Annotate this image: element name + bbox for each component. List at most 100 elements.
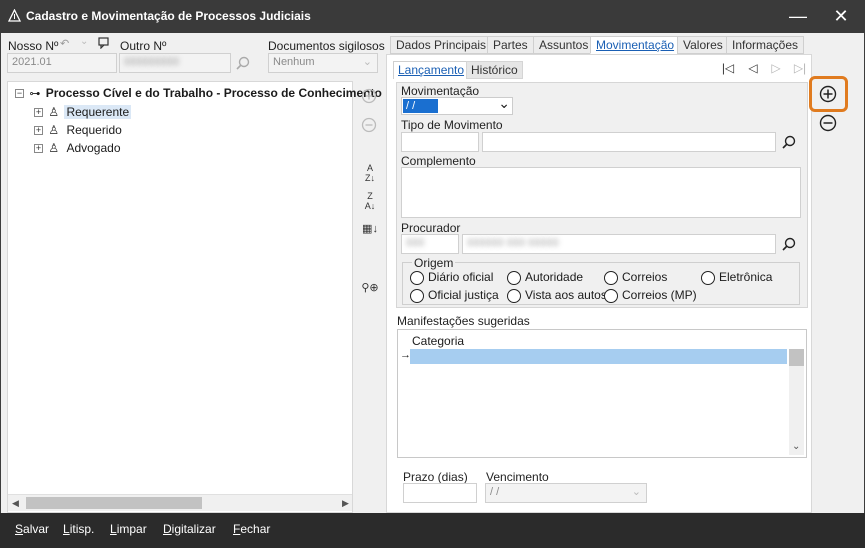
radio-label: Diário oficial — [428, 270, 494, 284]
app-icon — [8, 9, 21, 22]
radio-autoridade[interactable]: Autoridade — [507, 270, 583, 285]
expand-icon[interactable]: + — [34, 144, 43, 154]
tipo-label: Tipo de Movimento — [401, 118, 503, 132]
chevron-down-icon[interactable]: ⌄ — [80, 36, 88, 47]
prev-record-icon[interactable]: ◁ — [744, 59, 762, 77]
litisp-button[interactable]: Litisp. — [63, 522, 94, 536]
tree-item-advogado[interactable]: + ♙ Advogado — [34, 141, 123, 155]
radio-oficial-justica[interactable]: Oficial justiça — [410, 288, 499, 303]
tipo-code-input[interactable] — [401, 132, 479, 152]
tree-hscrollbar[interactable]: ◀ ▶ — [8, 494, 352, 511]
movimentacao-date-field[interactable]: / / ⌄ — [401, 95, 513, 115]
radio-label: Eletrônica — [719, 270, 773, 284]
outro-field[interactable]: 000000000 — [119, 53, 231, 73]
digitalizar-button[interactable]: Digitalizar — [163, 522, 216, 536]
radio-circle[interactable] — [701, 270, 715, 285]
radio-correios[interactable]: Correios — [604, 270, 667, 285]
tree-item-requerido[interactable]: + ♙ Requerido — [34, 123, 124, 137]
origem-label: Origem — [412, 256, 456, 270]
add-node-icon[interactable] — [361, 88, 377, 104]
scroll-thumb[interactable] — [26, 497, 202, 509]
radio-circle[interactable] — [507, 270, 521, 285]
docs-value: Nenhum — [273, 56, 315, 68]
subtab-lancamento[interactable]: Lançamento — [393, 61, 470, 79]
subtab-historico[interactable]: Histórico — [466, 61, 523, 79]
tab-valores[interactable]: Valores — [677, 36, 729, 54]
filter-add-icon[interactable]: ⚲⊕ — [360, 278, 380, 298]
tree-root-label: Processo Cível e do Trabalho - Processo … — [45, 86, 382, 100]
title-bar: Cadastro e Movimentação de Processos Jud… — [0, 0, 865, 33]
chevron-down-icon: ⌄ — [362, 56, 372, 68]
radio-label: Correios (MP) — [622, 288, 697, 302]
tab-informacoes[interactable]: Informações — [726, 36, 805, 54]
remove-movement-icon[interactable] — [819, 114, 837, 132]
salvar-button[interactable]: Salvar — [15, 522, 49, 536]
column-header-categoria[interactable]: Categoria — [412, 334, 464, 348]
last-record-icon[interactable]: ▷| — [791, 59, 809, 77]
radio-label: Oficial justiça — [428, 288, 499, 302]
radio-circle[interactable] — [410, 270, 424, 285]
limpar-button[interactable]: Limpar — [110, 522, 147, 536]
expand-icon[interactable]: + — [34, 108, 43, 118]
chevron-down-icon[interactable]: ⌄ — [792, 441, 800, 452]
tipo-desc-input[interactable] — [482, 132, 776, 152]
scroll-right-icon[interactable]: ▶ — [342, 498, 349, 509]
complemento-textarea[interactable] — [401, 167, 801, 218]
sort-az-icon[interactable]: A Z↓ — [360, 163, 380, 183]
minimize-button[interactable]: — — [780, 0, 816, 33]
radio-diario-oficial[interactable]: Diário oficial — [410, 270, 493, 285]
radio-circle[interactable] — [604, 270, 618, 285]
tab-partes[interactable]: Partes — [487, 36, 534, 54]
radio-label: Vista aos autos — [525, 288, 607, 302]
first-record-icon[interactable]: |◁ — [719, 59, 737, 77]
procurador-code-input[interactable]: 000 — [401, 234, 459, 254]
next-record-icon[interactable]: ▷ — [767, 59, 785, 77]
procurador-name-input[interactable]: 000000 000 00000 — [462, 234, 776, 254]
search-icon[interactable] — [782, 135, 796, 149]
chevron-down-icon[interactable]: ⌄ — [632, 485, 641, 498]
tree-item-requerente[interactable]: + ♙ Requerente — [34, 105, 132, 119]
vencimento-field[interactable]: / / ⌄ — [485, 483, 647, 503]
radio-vista-autos[interactable]: Vista aos autos — [507, 288, 607, 303]
search-icon[interactable] — [236, 56, 250, 70]
remove-node-icon[interactable] — [361, 117, 377, 133]
collapse-icon[interactable]: − — [15, 89, 24, 99]
sort-date-icon[interactable]: ▦↓ — [360, 219, 380, 239]
radio-eletronica[interactable]: Eletrônica — [701, 270, 772, 285]
sort-za-icon[interactable]: Z A↓ — [360, 191, 380, 211]
search-icon[interactable] — [782, 237, 796, 251]
tab-dados-principais[interactable]: Dados Principais — [390, 36, 493, 54]
prazo-input[interactable] — [403, 483, 477, 503]
chevron-down-icon[interactable]: ⌄ — [498, 95, 510, 112]
vencimento-value: / / — [490, 486, 500, 498]
add-movement-icon[interactable] — [819, 85, 837, 103]
date-value: / / — [403, 99, 438, 113]
radio-circle[interactable] — [604, 288, 618, 303]
manifestacoes-grid[interactable]: Categoria → ⌄ — [397, 329, 807, 458]
bookmark-icon[interactable] — [98, 37, 109, 49]
tab-movimentacao[interactable]: Movimentação — [590, 36, 681, 54]
tree-item-label: Advogado — [66, 141, 121, 155]
tree-item-label: Requerente — [64, 105, 132, 119]
radio-correios-mp[interactable]: Correios (MP) — [604, 288, 697, 303]
process-tree[interactable]: − ⊶ Processo Cível e do Trabalho - Proce… — [7, 81, 382, 513]
complemento-label: Complemento — [401, 154, 476, 168]
vencimento-label: Vencimento — [486, 470, 549, 484]
scroll-thumb[interactable] — [789, 349, 804, 366]
tree-root[interactable]: − ⊶ Processo Cível e do Trabalho - Proce… — [15, 86, 382, 100]
tab-assuntos[interactable]: Assuntos — [533, 36, 595, 54]
grid-vscrollbar[interactable]: ⌄ — [789, 349, 804, 455]
close-button[interactable]: ✕ — [823, 0, 859, 33]
nosso-field[interactable]: 2021.01 — [7, 53, 117, 73]
undo-icon[interactable]: ↶ — [60, 37, 69, 50]
person-icon: ♙ — [48, 123, 60, 137]
expand-icon[interactable]: + — [34, 126, 43, 136]
docs-select[interactable]: Nenhum ⌄ — [268, 53, 378, 73]
fechar-button[interactable]: Fechar — [233, 522, 270, 536]
radio-circle[interactable] — [410, 288, 424, 303]
scroll-left-icon[interactable]: ◀ — [12, 498, 19, 509]
radio-circle[interactable] — [507, 288, 521, 303]
manifestacoes-label: Manifestações sugeridas — [397, 314, 530, 328]
radio-label: Correios — [622, 270, 668, 284]
table-row[interactable] — [410, 349, 787, 364]
